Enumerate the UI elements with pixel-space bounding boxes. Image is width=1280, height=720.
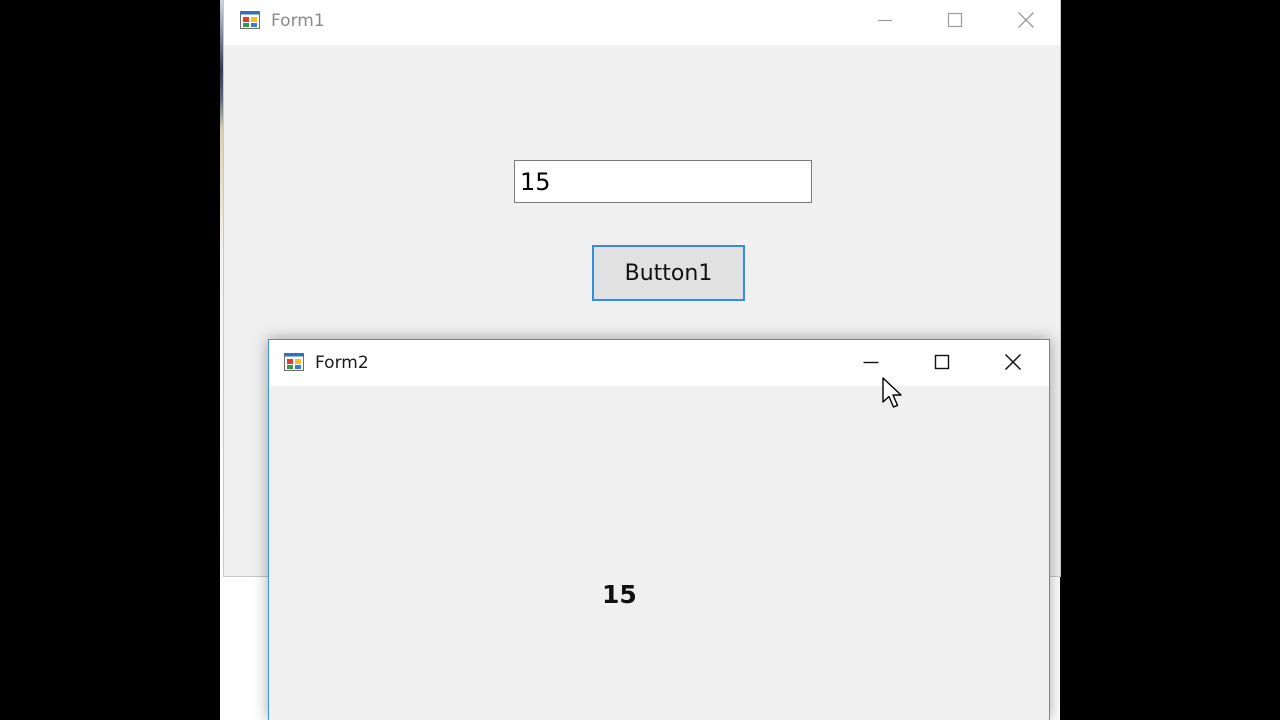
close-icon bbox=[1004, 353, 1022, 371]
close-icon bbox=[1018, 12, 1034, 28]
form2-window: Form2 15 bbox=[268, 339, 1050, 720]
form2-value-label: 15 bbox=[602, 580, 637, 609]
form1-minimize-button[interactable] bbox=[862, 0, 908, 40]
maximize-icon bbox=[934, 354, 950, 370]
minimize-icon bbox=[878, 19, 892, 22]
form1-title: Form1 bbox=[271, 11, 325, 31]
form1-textbox[interactable] bbox=[514, 160, 812, 203]
winforms-app-icon bbox=[284, 353, 304, 371]
form1-close-button[interactable] bbox=[1003, 0, 1049, 40]
form2-title: Form2 bbox=[315, 353, 369, 373]
winforms-app-icon bbox=[240, 11, 260, 29]
form2-close-button[interactable] bbox=[990, 342, 1036, 382]
button1[interactable]: Button1 bbox=[592, 245, 745, 301]
form2-minimize-button[interactable] bbox=[848, 342, 894, 382]
form2-titlebar[interactable]: Form2 bbox=[269, 340, 1049, 386]
minimize-icon bbox=[863, 361, 879, 364]
form1-maximize-button[interactable] bbox=[932, 0, 978, 40]
form1-titlebar[interactable]: Form1 bbox=[224, 0, 1060, 45]
maximize-icon bbox=[947, 12, 963, 28]
form2-maximize-button[interactable] bbox=[919, 342, 965, 382]
